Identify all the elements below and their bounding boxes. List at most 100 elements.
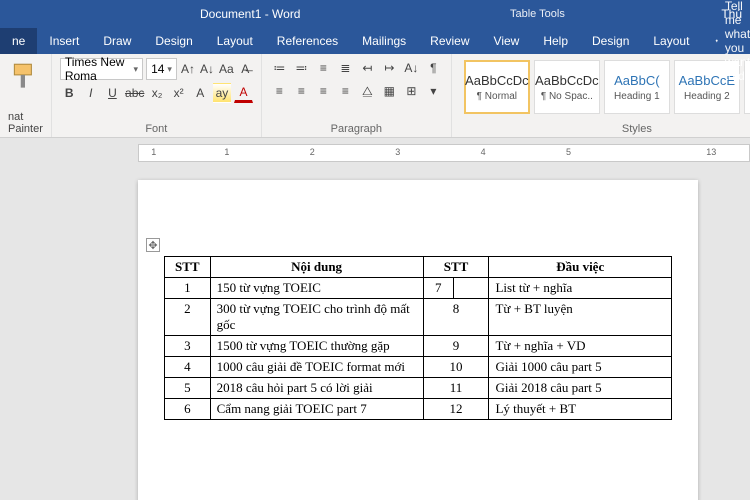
tab-mailings[interactable]: Mailings [350, 28, 418, 54]
strike-button[interactable]: abc [125, 83, 145, 103]
underline-button[interactable]: U [103, 83, 122, 103]
cell-dauviec[interactable]: Từ + BT luyện [489, 299, 672, 336]
tab-table-design[interactable]: Design [580, 28, 641, 54]
sort-button[interactable]: ↦ [380, 58, 399, 78]
cell-stt2[interactable]: 7 [423, 278, 453, 299]
align-right-button[interactable]: ≡ [314, 81, 333, 101]
change-case-button[interactable]: Aa [218, 59, 235, 79]
table-row[interactable]: 31500 từ vựng TOEIC thường gặp9Từ + nghĩ… [165, 336, 672, 357]
subscript-button[interactable]: x₂ [148, 83, 167, 103]
cell-noidung[interactable]: 1500 từ vựng TOEIC thường gặp [210, 336, 423, 357]
justify-button[interactable]: ≡ [336, 81, 355, 101]
tab-design[interactable]: Design [143, 28, 204, 54]
col-noidung[interactable]: Nội dung [210, 257, 423, 278]
style-no-spacing[interactable]: AaBbCcDc ¶ No Spac.. [534, 60, 600, 114]
cell-stt[interactable]: 3 [165, 336, 211, 357]
cell-stt2[interactable]: 10 [423, 357, 489, 378]
format-painter-icon[interactable] [8, 60, 42, 94]
style-label: ¶ Normal [477, 91, 517, 102]
horizontal-ruler[interactable]: 1 1 2 3 4 5 13 [138, 144, 750, 162]
italic-button[interactable]: I [81, 83, 100, 103]
page[interactable]: ✥ STT Nội dung STT Đầu việc 1150 từ vựng… [138, 180, 698, 500]
cell-noidung[interactable]: 300 từ vựng TOEIC cho trình độ mất gốc [210, 299, 423, 336]
pilcrow-button[interactable]: ¶ [424, 58, 443, 78]
tab-review[interactable]: Review [418, 28, 481, 54]
table-row[interactable]: 2300 từ vựng TOEIC cho trình độ mất gốc8… [165, 299, 672, 336]
cell-stt[interactable]: 6 [165, 399, 211, 420]
font-name-value: Times New Roma [65, 55, 131, 83]
col-stt-2[interactable]: STT [423, 257, 489, 278]
styles-gallery[interactable]: AaBbCcDc ¶ Normal AaBbCcDc ¶ No Spac.. A… [460, 58, 750, 116]
content-table[interactable]: STT Nội dung STT Đầu việc 1150 từ vựng T… [164, 256, 672, 420]
tab-help[interactable]: Help [531, 28, 580, 54]
table-move-handle-icon[interactable]: ✥ [146, 238, 160, 252]
numbering-button[interactable]: ≕ [292, 58, 311, 78]
font-size-select[interactable]: 14▾ [146, 58, 177, 80]
tab-insert[interactable]: Insert [37, 28, 91, 54]
cell-noidung[interactable]: 1000 câu giải đề TOEIC format mới [210, 357, 423, 378]
cell-noidung[interactable]: 150 từ vựng TOEIC [210, 278, 423, 299]
tab-references[interactable]: References [265, 28, 350, 54]
borders-button[interactable]: ⊞ [402, 81, 421, 101]
cell-stt2[interactable]: 8 [423, 299, 489, 336]
style-normal[interactable]: AaBbCcDc ¶ Normal [464, 60, 530, 114]
tab-view[interactable]: View [482, 28, 532, 54]
grow-font-button[interactable]: A↑ [180, 59, 196, 79]
cell-dauviec[interactable]: Giải 1000 câu part 5 [489, 357, 672, 378]
text-effects-button[interactable]: A [191, 83, 210, 103]
cell-stt[interactable]: 1 [165, 278, 211, 299]
document-workspace[interactable]: ✥ STT Nội dung STT Đầu việc 1150 từ vựng… [0, 162, 750, 500]
table-row[interactable]: 6Cẩm nang giải TOEIC part 712Lý thuyết +… [165, 399, 672, 420]
shading-button[interactable]: ▦ [380, 81, 399, 101]
cell-split[interactable] [453, 278, 488, 299]
cell-dauviec[interactable]: Lý thuyết + BT [489, 399, 672, 420]
increase-indent-button[interactable]: ↤ [358, 58, 377, 78]
table-row[interactable]: 41000 câu giải đề TOEIC format mới10Giải… [165, 357, 672, 378]
ribbon-tabs: ne Insert Draw Design Layout References … [0, 28, 750, 54]
font-name-select[interactable]: Times New Roma▾ [60, 58, 143, 80]
cell-stt2[interactable]: 12 [423, 399, 489, 420]
table-row[interactable]: 52018 câu hỏi part 5 có lời giải11Giải 2… [165, 378, 672, 399]
line-spacing-button[interactable]: ⧋ [358, 81, 377, 101]
cell-stt2[interactable]: 9 [423, 336, 489, 357]
highlight-button[interactable]: ay [213, 83, 232, 103]
document-title: Document1 - Word [200, 7, 300, 21]
font-color-button[interactable]: A [234, 83, 253, 103]
decrease-indent-button[interactable]: ≣ [336, 58, 355, 78]
bold-button[interactable]: B [60, 83, 79, 103]
col-stt-1[interactable]: STT [165, 257, 211, 278]
ruler-tick: 1 [151, 147, 156, 157]
multilevel-button[interactable]: ≡ [314, 58, 333, 78]
tab-layout[interactable]: Layout [205, 28, 265, 54]
tell-me-search[interactable]: Tell me what you want to do [715, 0, 750, 83]
cell-stt[interactable]: 4 [165, 357, 211, 378]
cell-stt[interactable]: 2 [165, 299, 211, 336]
chevron-down-icon: ▾ [134, 64, 139, 75]
align-left-button[interactable]: ≡ [270, 81, 289, 101]
cell-stt[interactable]: 5 [165, 378, 211, 399]
tab-table-layout[interactable]: Layout [641, 28, 701, 54]
bullets-button[interactable]: ≔ [270, 58, 289, 78]
cell-dauviec[interactable]: List từ + nghĩa [489, 278, 672, 299]
tab-home-edge[interactable]: ne [0, 28, 37, 54]
cell-noidung[interactable]: 2018 câu hỏi part 5 có lời giải [210, 378, 423, 399]
borders-dropdown[interactable]: ▾ [424, 81, 443, 101]
cell-noidung[interactable]: Cẩm nang giải TOEIC part 7 [210, 399, 423, 420]
format-painter-label[interactable]: nat Painter [8, 111, 43, 135]
show-marks-button[interactable]: A↓ [402, 58, 421, 78]
clipboard-group: nat Painter [0, 54, 52, 137]
cell-dauviec[interactable]: Từ + nghĩa + VD [489, 336, 672, 357]
align-center-button[interactable]: ≡ [292, 81, 311, 101]
style-heading-1[interactable]: AaBbC( Heading 1 [604, 60, 670, 114]
cell-dauviec[interactable]: Giải 2018 câu part 5 [489, 378, 672, 399]
table-row[interactable]: 1150 từ vựng TOEIC7 List từ + nghĩa [165, 278, 672, 299]
shrink-font-button[interactable]: A↓ [199, 59, 215, 79]
style-label: ¶ No Spac.. [541, 91, 593, 102]
style-preview: AaBbC( [614, 73, 660, 88]
col-dauviec[interactable]: Đầu việc [489, 257, 672, 278]
ruler-tick: 1 [224, 147, 229, 157]
cell-stt2[interactable]: 11 [423, 378, 489, 399]
superscript-button[interactable]: x² [169, 83, 188, 103]
clear-format-button[interactable]: A̶ [238, 59, 253, 79]
tab-draw[interactable]: Draw [91, 28, 143, 54]
